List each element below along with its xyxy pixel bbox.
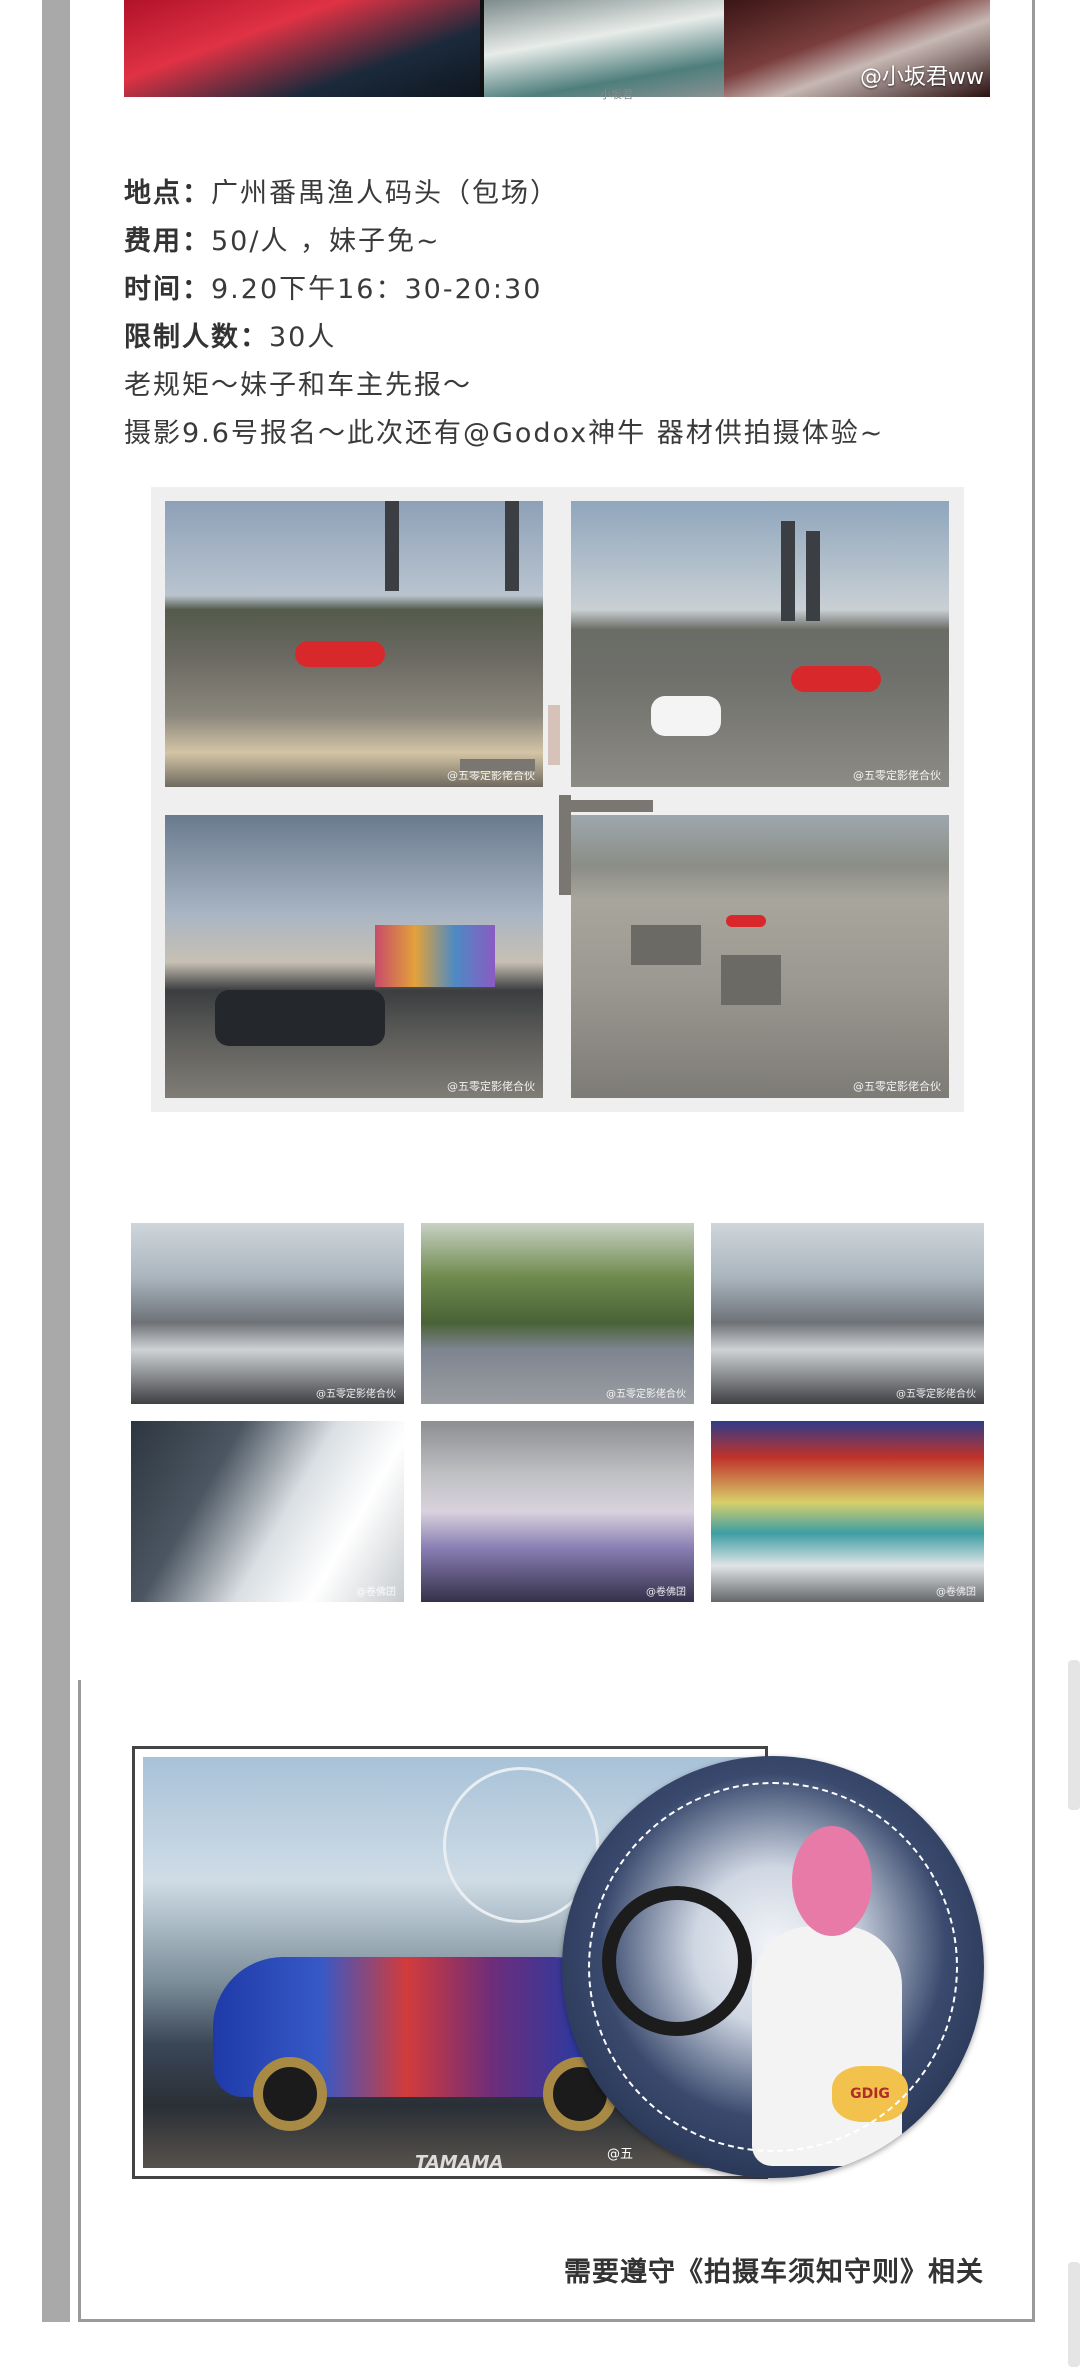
event-info: 地点：广州番禺渔人码头（包场） 费用：50/人 ，妹子免~ 时间：9.20下午1…: [124, 170, 884, 458]
black-car-shape: [215, 990, 385, 1046]
bridge-tower: [505, 501, 519, 591]
limit-label: 限制人数：: [124, 322, 269, 353]
top-banner-image[interactable]: @小坂君ww: [124, 0, 990, 97]
collage-accent-line: [548, 705, 560, 765]
limit-value: 30人: [269, 322, 337, 353]
photo-watermark: @卷佛囝: [936, 1587, 976, 1598]
banner-photo-3: @小坂君ww: [724, 0, 990, 97]
left-accent-bar: [42, 0, 70, 2322]
photo-watermark: @五零定影佬合伙: [447, 1080, 535, 1093]
car-photo-3[interactable]: @五零定影佬合伙: [711, 1223, 984, 1404]
car-photo-4[interactable]: @卷佛囝: [131, 1421, 404, 1602]
time-label: 时间：: [124, 274, 211, 305]
collage-accent-line: [571, 800, 653, 812]
info-rules: 老规矩～妹子和车主先报～: [124, 370, 472, 401]
venue-photo-2[interactable]: @五零定影佬合伙: [571, 501, 949, 787]
info-time: 时间：9.20下午16：30-20:30: [124, 266, 884, 314]
helicopter-shape: [791, 666, 881, 692]
car-photo-6[interactable]: @卷佛囝: [711, 1421, 984, 1602]
info-fee: 费用：50/人 ，妹子免~: [124, 218, 884, 266]
photo-watermark: @卷佛囝: [356, 1587, 396, 1598]
venue-photo-4[interactable]: @五零定影佬合伙: [571, 815, 949, 1098]
scrollbar-thumb[interactable]: [1068, 1660, 1080, 1810]
venue-photo-collage: @五零定影佬合伙 @五零定影佬合伙 @五零定影佬合伙 @五零定影佬合伙: [151, 487, 964, 1112]
photo-watermark: @五零定影佬合伙: [853, 769, 941, 782]
car-photo-5[interactable]: @卷佛囝: [421, 1421, 694, 1602]
rooftop-structure: [721, 955, 781, 1005]
time-value: 9.20下午16：30-20:30: [211, 274, 543, 305]
photo-watermark: @五零定影佬合伙: [853, 1080, 941, 1093]
rooftop-structure: [631, 925, 701, 965]
white-car-shape: [651, 696, 721, 736]
photo-watermark: @五零定影佬合伙: [316, 1389, 396, 1400]
location-value: 广州番禺渔人码头（包场）: [211, 178, 559, 209]
helicopter-shape: [726, 915, 766, 927]
frame-bottom-border: [78, 2319, 1035, 2322]
photo-watermark: @五零定影佬合伙: [606, 1389, 686, 1400]
photo-watermark: @卷佛囝: [646, 1587, 686, 1598]
info-limit: 限制人数：30人: [124, 314, 884, 362]
bridge-tower: [385, 501, 399, 591]
scrollbar-thumb-lower[interactable]: [1068, 2262, 1080, 2367]
bridge-tower: [781, 521, 795, 621]
collage-accent-line: [559, 795, 571, 895]
collage-accent-line: [460, 759, 535, 771]
location-label: 地点：: [124, 178, 211, 209]
banner-photo-1: [124, 0, 480, 97]
car-brand-text: TAMAMA: [415, 2152, 504, 2168]
car-photo-2[interactable]: @五零定影佬合伙: [421, 1223, 694, 1404]
fee-label: 费用：: [124, 226, 211, 257]
circle-dashed-ring: [588, 1782, 958, 2152]
bridge-tower: [806, 531, 820, 621]
venue-photo-3[interactable]: @五零定影佬合伙: [165, 815, 543, 1098]
rules-note: 需要遵守《拍摄车须知守则》相关: [564, 2257, 984, 2288]
fee-value: 50/人 ，妹子免~: [211, 226, 441, 257]
venue-photo-1[interactable]: @五零定影佬合伙: [165, 501, 543, 787]
helicopter-shape: [295, 641, 385, 667]
frame-right-border: [1032, 0, 1035, 2322]
car-photo-1[interactable]: @五零定影佬合伙: [131, 1223, 404, 1404]
car-wheel: [253, 2057, 327, 2131]
banner-watermark: @小坂君ww: [860, 65, 984, 90]
featured-watermark: @五: [607, 2147, 634, 2162]
colorful-building: [375, 925, 495, 987]
photo-watermark: @五零定影佬合伙: [896, 1389, 976, 1400]
frame-left-border: [78, 1680, 81, 2322]
banner-watermark-small: 小坂君: [600, 88, 633, 101]
banner-photo-2: [484, 0, 724, 97]
info-signup: 摄影9.6号报名～此次还有@Godox神牛 器材供拍摄体验~: [124, 418, 885, 449]
info-location: 地点：广州番禺渔人码头（包场）: [124, 170, 884, 218]
